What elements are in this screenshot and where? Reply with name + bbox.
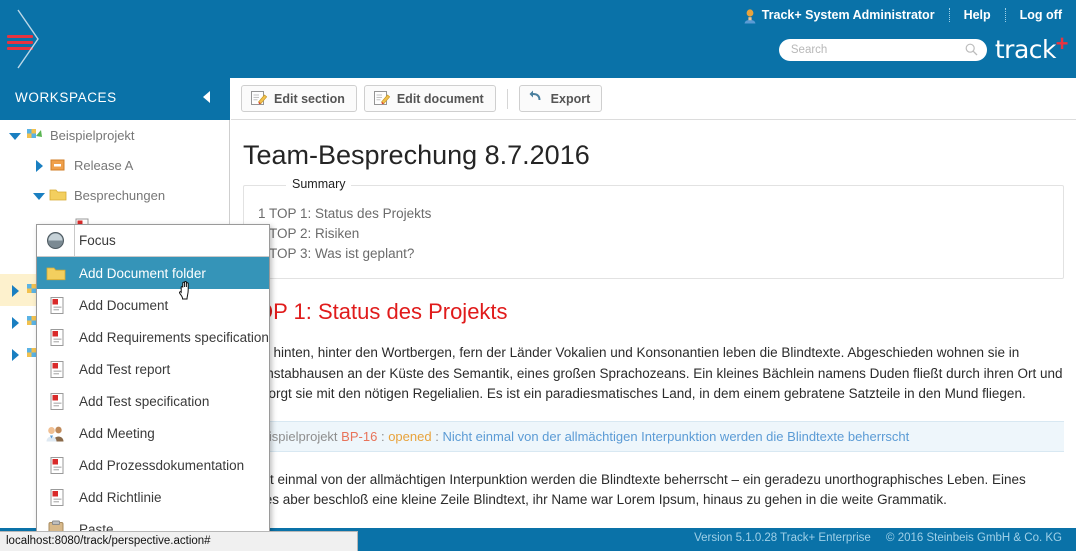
- undo-arrow-icon: [528, 89, 544, 108]
- meeting-icon: [37, 417, 75, 449]
- main-content: Edit section Edit document Export Team-B…: [231, 78, 1076, 528]
- workspaces-title: WORKSPACES: [15, 90, 117, 105]
- section-paragraph-1: Weit hinten, hinter den Wortbergen, fern…: [243, 345, 1063, 401]
- edit-section-button[interactable]: Edit section: [241, 85, 357, 112]
- tree-item-label: Besprechungen: [74, 187, 166, 203]
- summary-legend: Summary: [286, 177, 352, 191]
- project-icon: [25, 127, 43, 143]
- chevron-right-icon: [17, 9, 39, 69]
- issue-link-row[interactable]: Beispielprojekt BP-16 : opened : Nicht e…: [243, 420, 1064, 452]
- document-icon: [37, 321, 75, 353]
- issue-key-link[interactable]: BP-16: [341, 429, 377, 444]
- document-toolbar: Edit section Edit document Export: [231, 78, 1076, 120]
- context-menu-item-add-document[interactable]: Add Document: [37, 289, 269, 321]
- export-label: Export: [550, 91, 591, 106]
- page-title: Team-Besprechung 8.7.2016: [243, 140, 590, 170]
- footer-version-label: Version 5.1.0.28 Track+ Enterprise: [694, 532, 871, 544]
- footer-version-block: Version 5.1.0.28 Track+ Enterprise © 201…: [694, 532, 1062, 544]
- context-menu-item-label: Add Prozessdokumentation: [79, 457, 245, 473]
- chevron-right-icon[interactable]: [8, 283, 22, 297]
- context-menu-item-label: Add Test report: [79, 361, 171, 377]
- header-search-row: track +: [778, 31, 1069, 64]
- section-paragraph-2: Nicht einmal von der allmächtigen Interp…: [243, 471, 1026, 508]
- document-icon: [37, 385, 75, 417]
- document-icon: [37, 289, 75, 321]
- footer-copyright-label: © 2016 Steinbeis GmbH & Co. KG: [886, 532, 1062, 544]
- header-account-row: Track+ System Administrator Help Log off: [743, 7, 1062, 24]
- focus-icon: [37, 225, 75, 257]
- context-menu-item-label: Focus: [79, 233, 116, 248]
- context-menu-item-add-richtlinie[interactable]: Add Richtlinie: [37, 481, 269, 513]
- hamburger-chevron-logo[interactable]: [0, 8, 60, 70]
- collapse-left-icon[interactable]: [203, 91, 210, 103]
- context-menu[interactable]: Focus Add Document folder Add Document A…: [36, 224, 270, 534]
- tree-item-release-a[interactable]: Release A: [0, 150, 229, 180]
- export-button[interactable]: Export: [518, 85, 603, 112]
- browser-status-bar: localhost:8080/track/perspective.action#: [0, 531, 358, 551]
- issue-summary-link[interactable]: Nicht einmal von der allmächtigen Interp…: [442, 429, 909, 444]
- pencil-note-icon: [250, 89, 268, 109]
- edit-document-button[interactable]: Edit document: [363, 85, 496, 112]
- context-menu-item-add-test-specification[interactable]: Add Test specification: [37, 385, 269, 417]
- header-right-cluster: Track+ System Administrator Help Log off: [516, 0, 1076, 78]
- logo-text: track: [994, 35, 1057, 64]
- context-menu-item-label: Add Test specification: [79, 393, 210, 409]
- tree-item-beispielprojekt[interactable]: Beispielprojekt: [0, 120, 229, 150]
- user-name-label: Track+ System Administrator: [761, 7, 935, 22]
- edit-section-label: Edit section: [274, 91, 345, 106]
- summary-item[interactable]: 2 TOP 2: Risiken: [258, 224, 1049, 244]
- tree-item-besprechungen[interactable]: Besprechungen: [0, 180, 229, 210]
- context-menu-item-add-document-folder[interactable]: Add Document folder: [37, 257, 269, 289]
- chevron-down-icon[interactable]: [32, 188, 46, 202]
- release-icon: [49, 157, 67, 173]
- issue-separator: :: [435, 428, 439, 444]
- context-menu-item-label: Add Document: [79, 297, 169, 313]
- context-menu-item-label: Add Meeting: [79, 425, 155, 441]
- logo-plus-mark: +: [1055, 31, 1069, 56]
- document-icon: [37, 353, 75, 385]
- chevron-right-icon[interactable]: [8, 347, 22, 361]
- chevron-right-icon[interactable]: [32, 158, 46, 172]
- header-divider: [1004, 7, 1006, 22]
- summary-list: 1 TOP 1: Status des Projekts 2 TOP 2: Ri…: [258, 198, 1049, 264]
- header-divider: [948, 7, 950, 22]
- top-header: Track+ System Administrator Help Log off: [0, 0, 1076, 78]
- summary-item[interactable]: 3 TOP 3: Was ist geplant?: [258, 244, 1049, 264]
- context-menu-item-add-requirements-specification[interactable]: Add Requirements specification: [37, 321, 269, 353]
- search-box[interactable]: [778, 39, 987, 61]
- track-plus-logo: track +: [994, 31, 1069, 64]
- issue-separator: :: [380, 428, 385, 444]
- tree-item-label: Release A: [74, 157, 134, 173]
- chevron-down-icon[interactable]: [8, 128, 22, 142]
- workspaces-header: WORKSPACES: [0, 78, 230, 120]
- tree-item-label: Beispielprojekt: [50, 127, 135, 143]
- pencil-note-icon: [373, 89, 391, 109]
- toolbar-divider: [506, 88, 508, 109]
- context-menu-item-add-test-report[interactable]: Add Test report: [37, 353, 269, 385]
- search-input[interactable]: [788, 39, 959, 61]
- chevron-right-icon[interactable]: [8, 315, 22, 329]
- issue-status-badge: opened: [388, 428, 432, 444]
- document-icon: [37, 449, 75, 481]
- context-menu-item-label: Add Requirements specification: [79, 329, 269, 345]
- application-window: Track+ System Administrator Help Log off: [0, 0, 1076, 551]
- edit-document-label: Edit document: [396, 91, 484, 106]
- logoff-link[interactable]: Log off: [1020, 8, 1062, 22]
- mouse-cursor-pointer-icon: [178, 278, 198, 307]
- section-title: TOP 1: Status des Projekts: [243, 299, 508, 324]
- help-link[interactable]: Help: [964, 8, 991, 22]
- context-menu-item-label: Add Richtlinie: [79, 489, 162, 505]
- context-menu-item-add-prozessdokumentation[interactable]: Add Prozessdokumentation: [37, 449, 269, 481]
- summary-item[interactable]: 1 TOP 1: Status des Projekts: [258, 204, 1049, 224]
- folder-icon: [49, 187, 67, 203]
- summary-box: Summary 1 TOP 1: Status des Projekts 2 T…: [243, 177, 1064, 279]
- context-menu-item-add-meeting[interactable]: Add Meeting: [37, 417, 269, 449]
- context-menu-item-focus[interactable]: Focus: [37, 225, 269, 257]
- document-icon: [37, 481, 75, 513]
- search-icon[interactable]: [965, 43, 978, 61]
- folder-icon: [37, 257, 75, 289]
- user-avatar-icon: [743, 9, 757, 24]
